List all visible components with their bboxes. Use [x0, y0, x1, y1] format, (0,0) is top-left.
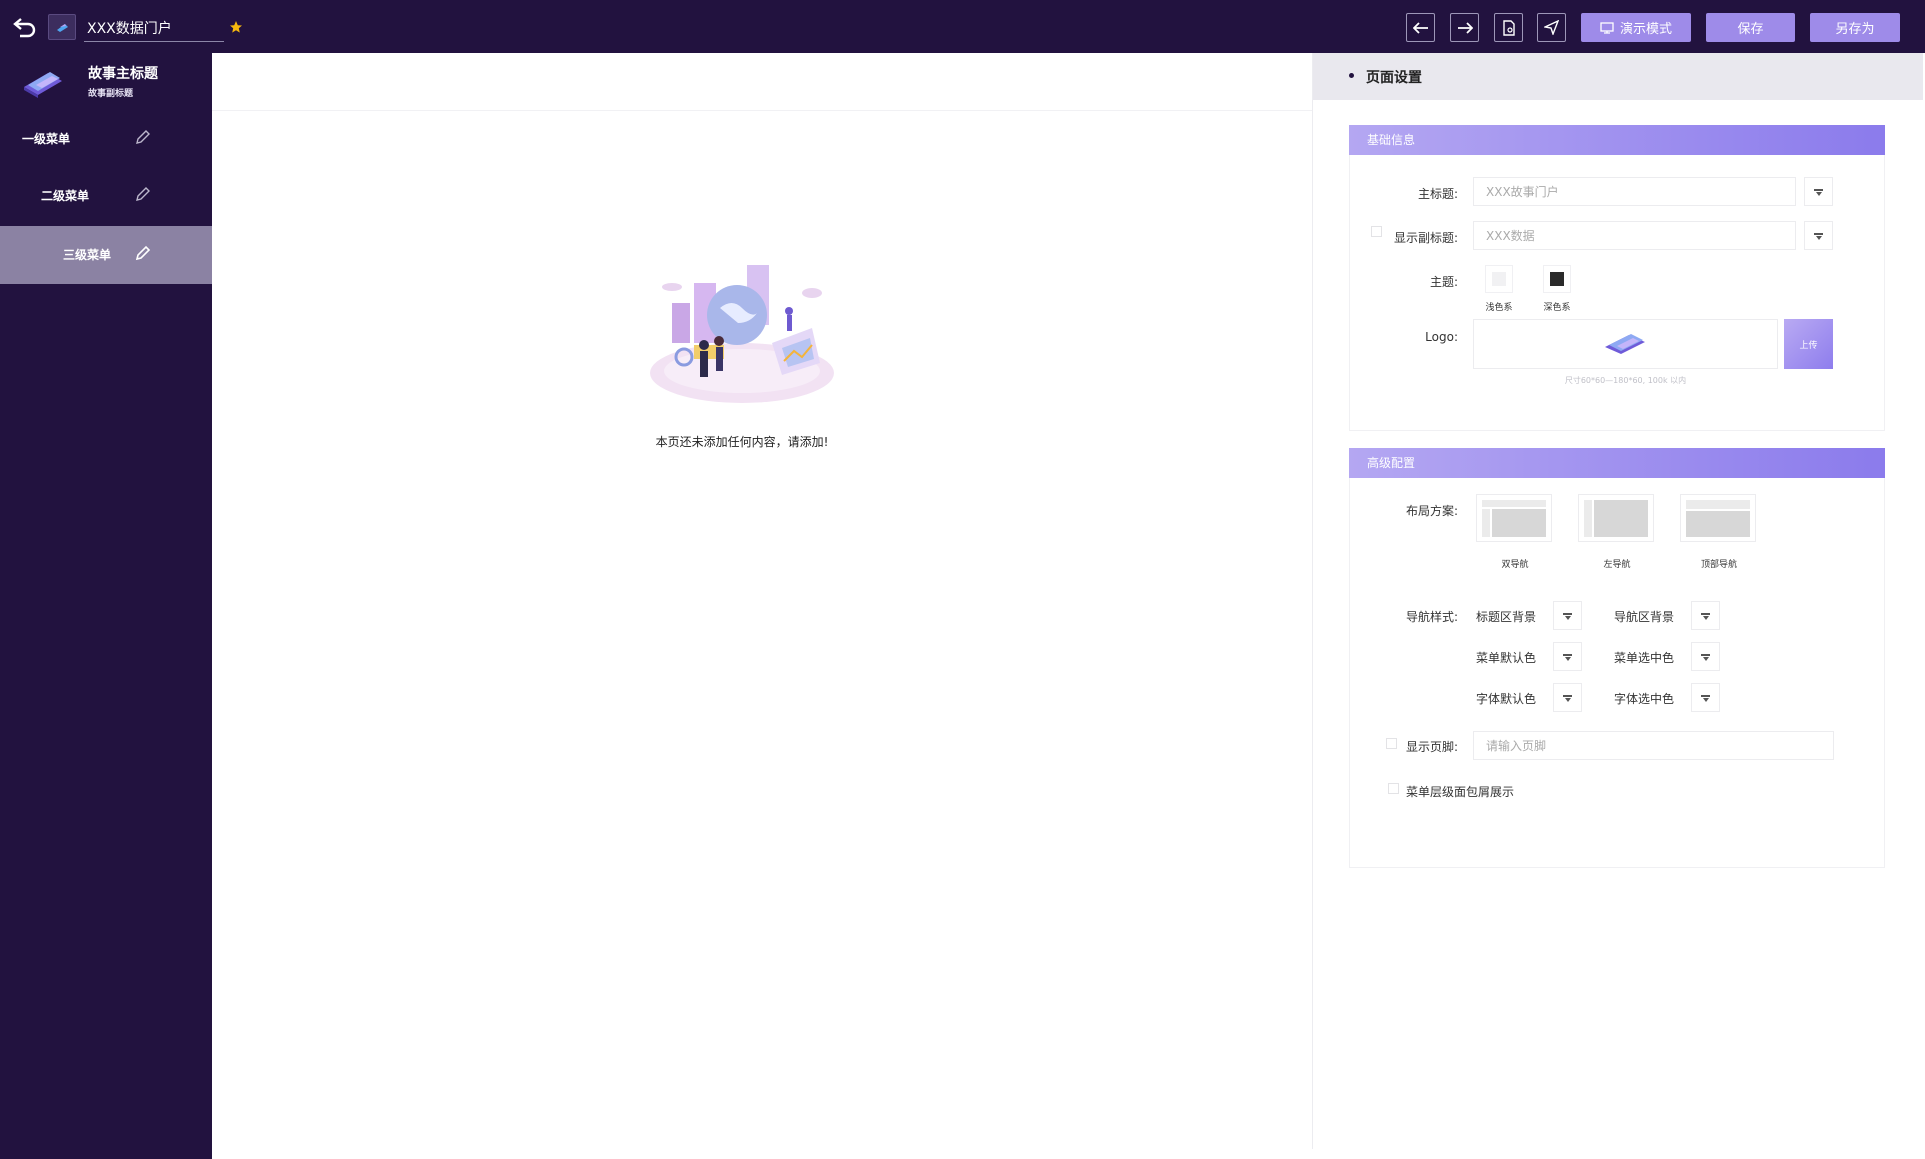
story-logo-icon — [1604, 334, 1645, 354]
arrow-left-icon — [1412, 21, 1428, 34]
section-advanced-header: 高级配置 — [1349, 448, 1885, 478]
app-logo-icon — [48, 14, 76, 40]
star-icon[interactable] — [229, 19, 243, 33]
color-dropdown-icon — [1814, 233, 1823, 240]
breadcrumb-checkbox[interactable] — [1388, 783, 1399, 794]
layout-top-nav-label: 顶部导航 — [1700, 560, 1737, 570]
layout-dual-nav[interactable] — [1476, 494, 1552, 542]
demo-mode-button[interactable]: 演示模式 — [1581, 13, 1691, 42]
demo-mode-label: 演示模式 — [1619, 22, 1672, 37]
layout-left-nav-label: 左导航 — [1603, 560, 1631, 570]
logo-label: Logo: — [1425, 330, 1458, 344]
font-default-color-picker[interactable] — [1553, 683, 1582, 712]
main-title-input[interactable] — [1473, 177, 1796, 206]
page-file-button[interactable] — [1494, 13, 1523, 42]
portal-title-input[interactable] — [84, 14, 224, 42]
page-canvas: 本页还未添加任何内容，请添加! — [212, 53, 1312, 1149]
font-default-color-label: 字体默认色 — [1476, 692, 1537, 706]
layout-top-nav[interactable] — [1680, 494, 1756, 542]
publish-button[interactable] — [1537, 13, 1566, 42]
layout-dual-nav-label: 双导航 — [1501, 560, 1529, 570]
upload-button[interactable]: 上传 — [1784, 319, 1833, 369]
layout-left-nav[interactable] — [1578, 494, 1654, 542]
color-dropdown-icon — [1701, 613, 1710, 620]
save-button[interactable]: 保存 — [1706, 13, 1795, 42]
menu-default-color-label: 菜单默认色 — [1476, 651, 1537, 665]
menu-selected-color-label: 菜单选中色 — [1614, 651, 1675, 665]
nav-bg-label: 导航区背景 — [1614, 610, 1675, 624]
sidebar-item-label: 一级菜单 — [22, 132, 71, 146]
main-title-color-picker[interactable] — [1804, 177, 1833, 206]
color-dropdown-icon — [1563, 695, 1572, 702]
nav-style-label: 导航样式: — [1405, 610, 1458, 624]
logo-size-hint: 尺寸60*60—180*60, 100k 以内 — [1564, 376, 1687, 385]
logo-preview — [1473, 319, 1778, 369]
edit-icon[interactable] — [134, 185, 152, 203]
arrow-right-icon — [1457, 21, 1473, 34]
main-title-label: 主标题: — [1417, 187, 1458, 201]
light-color-icon — [1492, 272, 1506, 286]
dark-color-icon — [1550, 272, 1564, 286]
font-selected-color-label: 字体选中色 — [1614, 692, 1675, 706]
section-basic-header: 基础信息 — [1349, 125, 1885, 155]
theme-light-swatch[interactable] — [1485, 265, 1513, 293]
sidebar-item-level3[interactable]: 三级菜单 — [0, 226, 212, 284]
panel-header: 页面设置 — [1313, 53, 1923, 100]
color-dropdown-icon — [1563, 654, 1572, 661]
empty-state-illustration — [642, 253, 842, 413]
show-footer-label: 显示页脚: — [1405, 740, 1458, 754]
sidebar-item-level1[interactable]: 一级菜单 — [0, 110, 212, 165]
show-subtitle-checkbox[interactable] — [1371, 226, 1382, 237]
section-advanced-body: 布局方案: 双导航 左导航 顶部导航 导航样式: 标题区背景 导航区背景 菜单默… — [1349, 478, 1885, 868]
panel-title: 页面设置 — [1366, 70, 1422, 86]
section-basic-body: 主标题: 显示副标题: 主题: 浅色系 深色系 Logo: 上传 尺寸60*60… — [1349, 155, 1885, 431]
sidebar-item-level2[interactable]: 二级菜单 — [0, 167, 212, 222]
nav-bg-color-picker[interactable] — [1691, 601, 1720, 630]
empty-state-text: 本页还未添加任何内容，请添加! — [655, 435, 829, 449]
color-dropdown-icon — [1701, 695, 1710, 702]
theme-light-label: 浅色系 — [1485, 303, 1513, 313]
sidebar-item-label: 二级菜单 — [41, 189, 90, 203]
edit-icon[interactable] — [134, 244, 152, 262]
presentation-icon — [1600, 21, 1614, 34]
breadcrumb-label: 菜单层级面包屑展示 — [1406, 785, 1515, 799]
title-bg-label: 标题区背景 — [1476, 610, 1537, 624]
show-subtitle-label: 显示副标题: — [1393, 231, 1458, 245]
story-logo-icon — [22, 65, 66, 101]
edit-icon[interactable] — [134, 128, 152, 146]
font-selected-color-picker[interactable] — [1691, 683, 1720, 712]
subtitle-input[interactable] — [1473, 221, 1796, 250]
save-as-label: 另存为 — [1835, 22, 1875, 37]
menu-default-color-picker[interactable] — [1553, 642, 1582, 671]
send-icon — [1544, 20, 1559, 35]
upload-label: 上传 — [1799, 340, 1818, 351]
show-footer-checkbox[interactable] — [1386, 738, 1397, 749]
undo-button[interactable] — [1406, 13, 1435, 42]
title-bg-color-picker[interactable] — [1553, 601, 1582, 630]
top-bar: 演示模式 保存 另存为 — [0, 0, 1925, 53]
page-settings-panel: 页面设置 基础信息 主标题: 显示副标题: 主题: 浅色系 深色系 Logo: … — [1312, 53, 1923, 1149]
theme-dark-label: 深色系 — [1543, 303, 1571, 313]
file-icon — [1502, 19, 1515, 36]
footer-input[interactable] — [1473, 731, 1834, 760]
back-icon[interactable] — [12, 14, 38, 40]
theme-dark-swatch[interactable] — [1543, 265, 1571, 293]
save-label: 保存 — [1737, 22, 1764, 37]
color-dropdown-icon — [1563, 613, 1572, 620]
save-as-button[interactable]: 另存为 — [1810, 13, 1900, 42]
story-title: 故事主标题 — [88, 66, 158, 82]
bullet-icon — [1349, 73, 1354, 78]
subtitle-color-picker[interactable] — [1804, 221, 1833, 250]
theme-label: 主题: — [1429, 275, 1458, 289]
redo-button[interactable] — [1450, 13, 1479, 42]
color-dropdown-icon — [1814, 189, 1823, 196]
sidebar-item-label: 三级菜单 — [63, 248, 112, 262]
story-subtitle: 故事副标题 — [88, 89, 134, 99]
menu-selected-color-picker[interactable] — [1691, 642, 1720, 671]
color-dropdown-icon — [1701, 654, 1710, 661]
sidebar: 故事主标题 故事副标题 一级菜单 二级菜单 三级菜单 — [0, 53, 212, 1159]
canvas-header — [212, 53, 1312, 111]
layout-label: 布局方案: — [1405, 504, 1458, 518]
